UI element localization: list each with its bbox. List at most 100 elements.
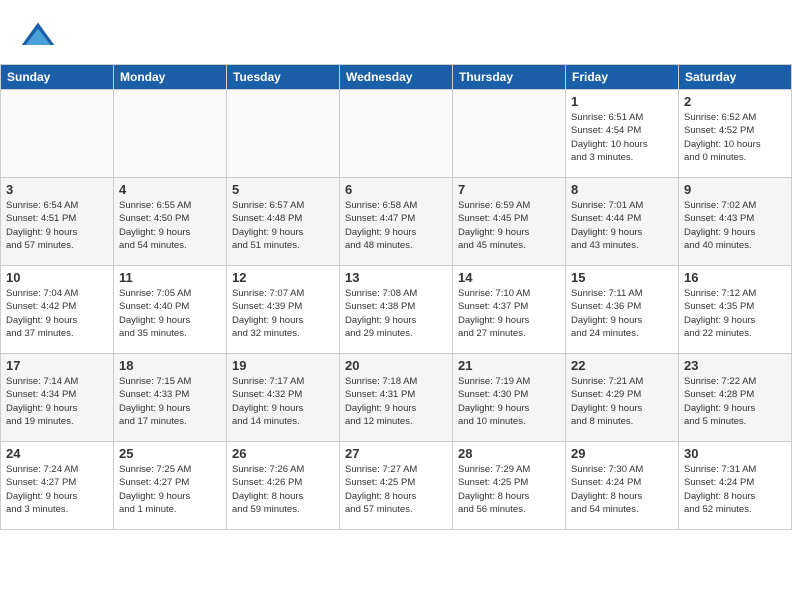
day-number: 28 [458,446,560,461]
calendar-cell: 7 Sunrise: 6:59 AM Sunset: 4:45 PM Daylig… [453,178,566,266]
day-info: Sunrise: 7:12 AM Sunset: 4:35 PM Dayligh… [684,287,786,340]
day-info: Sunrise: 7:22 AM Sunset: 4:28 PM Dayligh… [684,375,786,428]
day-info: Sunrise: 7:14 AM Sunset: 4:34 PM Dayligh… [6,375,108,428]
day-number: 25 [119,446,221,461]
day-number: 9 [684,182,786,197]
calendar-week-row: 24 Sunrise: 7:24 AM Sunset: 4:27 PM Dayli… [1,442,792,530]
calendar-cell: 8 Sunrise: 7:01 AM Sunset: 4:44 PM Daylig… [566,178,679,266]
day-info: Sunrise: 7:26 AM Sunset: 4:26 PM Dayligh… [232,463,334,516]
calendar-cell: 21 Sunrise: 7:19 AM Sunset: 4:30 PM Dayli… [453,354,566,442]
day-info: Sunrise: 7:04 AM Sunset: 4:42 PM Dayligh… [6,287,108,340]
calendar-cell: 13 Sunrise: 7:08 AM Sunset: 4:38 PM Dayli… [340,266,453,354]
day-number: 24 [6,446,108,461]
day-info: Sunrise: 7:02 AM Sunset: 4:43 PM Dayligh… [684,199,786,252]
day-number: 12 [232,270,334,285]
day-number: 18 [119,358,221,373]
weekday-header: Thursday [453,65,566,90]
day-number: 6 [345,182,447,197]
day-number: 30 [684,446,786,461]
day-number: 11 [119,270,221,285]
day-number: 15 [571,270,673,285]
calendar-cell: 25 Sunrise: 7:25 AM Sunset: 4:27 PM Dayli… [114,442,227,530]
calendar-cell: 2Sunrise: 6:52 AM Sunset: 4:52 PM Daylig… [679,90,792,178]
day-info: Sunrise: 7:24 AM Sunset: 4:27 PM Dayligh… [6,463,108,516]
day-number: 20 [345,358,447,373]
day-info: Sunrise: 7:19 AM Sunset: 4:30 PM Dayligh… [458,375,560,428]
day-number: 5 [232,182,334,197]
calendar-week-row: 17 Sunrise: 7:14 AM Sunset: 4:34 PM Dayli… [1,354,792,442]
day-number: 17 [6,358,108,373]
logo-icon [20,18,56,54]
calendar-cell: 11 Sunrise: 7:05 AM Sunset: 4:40 PM Dayli… [114,266,227,354]
day-number: 7 [458,182,560,197]
calendar-cell-empty [227,90,340,178]
day-number: 26 [232,446,334,461]
calendar-cell: 19 Sunrise: 7:17 AM Sunset: 4:32 PM Dayli… [227,354,340,442]
calendar-cell: 15 Sunrise: 7:11 AM Sunset: 4:36 PM Dayli… [566,266,679,354]
calendar-cell: 10 Sunrise: 7:04 AM Sunset: 4:42 PM Dayli… [1,266,114,354]
day-number: 19 [232,358,334,373]
page-header [0,0,792,64]
weekday-header: Monday [114,65,227,90]
day-info: Sunrise: 7:25 AM Sunset: 4:27 PM Dayligh… [119,463,221,516]
calendar-cell: 5Sunrise: 6:57 AM Sunset: 4:48 PM Daylig… [227,178,340,266]
day-number: 10 [6,270,108,285]
day-info: Sunrise: 7:10 AM Sunset: 4:37 PM Dayligh… [458,287,560,340]
calendar-cell: 1 Sunrise: 6:51 AM Sunset: 4:54 PM Daylig… [566,90,679,178]
weekday-header: Tuesday [227,65,340,90]
calendar-cell: 23 Sunrise: 7:22 AM Sunset: 4:28 PM Dayli… [679,354,792,442]
day-number: 14 [458,270,560,285]
day-number: 1 [571,94,673,109]
day-info: Sunrise: 7:08 AM Sunset: 4:38 PM Dayligh… [345,287,447,340]
calendar-cell: 18 Sunrise: 7:15 AM Sunset: 4:33 PM Dayli… [114,354,227,442]
logo [20,18,62,54]
day-number: 13 [345,270,447,285]
day-number: 29 [571,446,673,461]
weekday-header: Saturday [679,65,792,90]
calendar-cell: 12 Sunrise: 7:07 AM Sunset: 4:39 PM Dayli… [227,266,340,354]
calendar-cell: 16 Sunrise: 7:12 AM Sunset: 4:35 PM Dayli… [679,266,792,354]
calendar-cell-empty [1,90,114,178]
calendar-week-row: 10 Sunrise: 7:04 AM Sunset: 4:42 PM Dayli… [1,266,792,354]
day-number: 8 [571,182,673,197]
day-number: 23 [684,358,786,373]
day-info: Sunrise: 7:17 AM Sunset: 4:32 PM Dayligh… [232,375,334,428]
weekday-header-row: SundayMondayTuesdayWednesdayThursdayFrid… [1,65,792,90]
calendar-cell: 17 Sunrise: 7:14 AM Sunset: 4:34 PM Dayli… [1,354,114,442]
calendar-cell-empty [340,90,453,178]
calendar-cell-empty [114,90,227,178]
calendar-cell: 4Sunrise: 6:55 AM Sunset: 4:50 PM Daylig… [114,178,227,266]
day-info: Sunrise: 7:30 AM Sunset: 4:24 PM Dayligh… [571,463,673,516]
calendar-cell: 30 Sunrise: 7:31 AM Sunset: 4:24 PM Dayli… [679,442,792,530]
day-number: 21 [458,358,560,373]
day-info: Sunrise: 6:51 AM Sunset: 4:54 PM Dayligh… [571,111,673,164]
day-info: Sunrise: 6:55 AM Sunset: 4:50 PM Dayligh… [119,199,221,252]
calendar-cell-empty [453,90,566,178]
day-number: 16 [684,270,786,285]
calendar-cell: 20Sunrise: 7:18 AM Sunset: 4:31 PM Dayli… [340,354,453,442]
day-info: Sunrise: 7:15 AM Sunset: 4:33 PM Dayligh… [119,375,221,428]
day-info: Sunrise: 7:29 AM Sunset: 4:25 PM Dayligh… [458,463,560,516]
calendar-cell: 6 Sunrise: 6:58 AM Sunset: 4:47 PM Daylig… [340,178,453,266]
day-number: 3 [6,182,108,197]
calendar-cell: 28 Sunrise: 7:29 AM Sunset: 4:25 PM Dayli… [453,442,566,530]
day-number: 27 [345,446,447,461]
day-info: Sunrise: 7:05 AM Sunset: 4:40 PM Dayligh… [119,287,221,340]
day-info: Sunrise: 7:31 AM Sunset: 4:24 PM Dayligh… [684,463,786,516]
calendar-cell: 27Sunrise: 7:27 AM Sunset: 4:25 PM Dayli… [340,442,453,530]
day-info: Sunrise: 6:59 AM Sunset: 4:45 PM Dayligh… [458,199,560,252]
calendar-week-row: 3Sunrise: 6:54 AM Sunset: 4:51 PM Daylig… [1,178,792,266]
calendar-cell: 26 Sunrise: 7:26 AM Sunset: 4:26 PM Dayli… [227,442,340,530]
day-info: Sunrise: 7:01 AM Sunset: 4:44 PM Dayligh… [571,199,673,252]
weekday-header: Friday [566,65,679,90]
calendar-table: SundayMondayTuesdayWednesdayThursdayFrid… [0,64,792,530]
calendar-cell: 29 Sunrise: 7:30 AM Sunset: 4:24 PM Dayli… [566,442,679,530]
day-info: Sunrise: 7:07 AM Sunset: 4:39 PM Dayligh… [232,287,334,340]
day-info: Sunrise: 6:58 AM Sunset: 4:47 PM Dayligh… [345,199,447,252]
day-number: 22 [571,358,673,373]
weekday-header: Wednesday [340,65,453,90]
day-info: Sunrise: 7:11 AM Sunset: 4:36 PM Dayligh… [571,287,673,340]
day-number: 2 [684,94,786,109]
calendar-cell: 24 Sunrise: 7:24 AM Sunset: 4:27 PM Dayli… [1,442,114,530]
day-info: Sunrise: 7:21 AM Sunset: 4:29 PM Dayligh… [571,375,673,428]
